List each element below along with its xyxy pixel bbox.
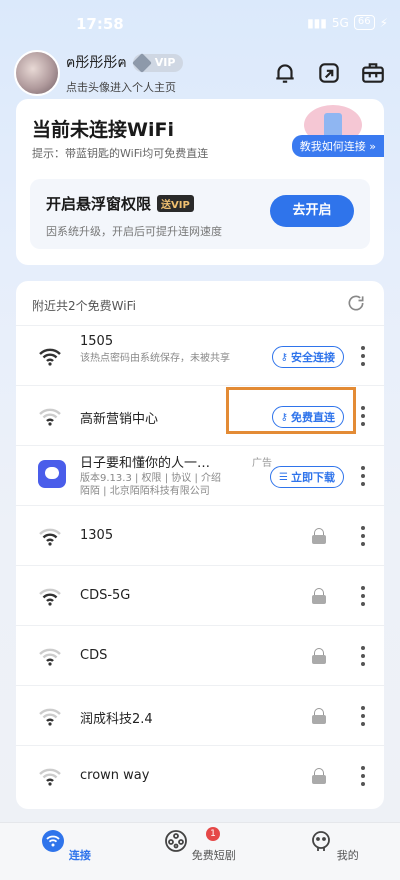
bottom-nav: 连接 1 免费短剧 我的: [0, 822, 400, 880]
ad-tag: 广告: [252, 458, 272, 469]
lock-icon: [312, 588, 326, 604]
wifi-signal-icon: [39, 528, 61, 546]
more-options-icon[interactable]: [360, 766, 366, 786]
toolbox-icon[interactable]: [360, 60, 386, 86]
download-icon: ☰: [279, 471, 288, 483]
float-permission-desc: 因系统升级，开启后可提升连网速度: [46, 225, 222, 238]
lock-icon: [312, 528, 326, 544]
ad-desc: 版本9.13.3 | 权限 | 协议 | 介绍陌陌 | 北京陌陌科技有限公司: [80, 473, 221, 497]
momo-app-icon: [38, 460, 66, 488]
tab-connect[interactable]: 连接: [26, 829, 106, 863]
profile-header[interactable]: ฅ彤彤彤ฅ VIP 点击头像进入个人主页: [14, 50, 184, 96]
lock-icon: [312, 708, 326, 724]
float-permission-title: 开启悬浮窗权限: [46, 195, 152, 213]
wifi-signal-icon: [39, 348, 61, 366]
notification-badge: 1: [206, 827, 220, 841]
film-reel-icon: [165, 830, 188, 852]
tab-mine[interactable]: 我的: [294, 829, 374, 863]
more-options-icon[interactable]: [360, 466, 366, 486]
wifi-name: CDS: [80, 648, 108, 663]
wifi-row[interactable]: crown way: [16, 745, 384, 805]
avatar[interactable]: [14, 50, 60, 96]
lock-icon: [312, 768, 326, 784]
wifi-signal-icon: [39, 588, 61, 606]
more-options-icon[interactable]: [360, 346, 366, 366]
ad-row[interactable]: 日子要和懂你的人一… 广告 版本9.13.3 | 权限 | 协议 | 介绍陌陌 …: [16, 445, 384, 505]
username: ฅ彤彤彤ฅ: [66, 54, 127, 71]
wifi-desc: 该热点密码由系统保存，未被共享: [80, 353, 230, 364]
secure-connect-button[interactable]: ⚷ 安全连接: [271, 346, 344, 368]
nearby-count: 附近共2个免费WiFi: [32, 299, 136, 313]
battery-icon: 66: [353, 15, 375, 30]
tab-free-drama[interactable]: 1 免费短剧: [160, 827, 240, 863]
wifi-list-card: 附近共2个免费WiFi 1505 该热点密码由系统保存，未被共享 ⚷ 安全连接 高…: [16, 281, 384, 809]
more-options-icon[interactable]: [360, 406, 366, 426]
ad-title: 日子要和懂你的人一…: [80, 456, 211, 471]
refresh-icon[interactable]: [346, 293, 366, 313]
wifi-signal-icon: [39, 648, 61, 666]
charging-icon: ⚡: [379, 15, 388, 30]
connection-hint: 提示：带蓝钥匙的WiFi均可免费直连: [32, 147, 209, 160]
profile-face-icon: [312, 831, 331, 851]
more-options-icon[interactable]: [360, 526, 366, 546]
share-icon[interactable]: [316, 60, 342, 86]
wifi-name: CDS-5G: [80, 588, 131, 603]
wifi-row[interactable]: 1305: [16, 505, 384, 565]
bell-icon[interactable]: [272, 60, 298, 86]
teach-connect-link[interactable]: 教我如何连接 »: [291, 135, 384, 157]
wifi-tab-icon: [42, 830, 65, 852]
wifi-row[interactable]: 润成科技2.4: [16, 685, 384, 745]
wifi-row[interactable]: CDS-5G: [16, 565, 384, 625]
vip-gift-badge: 送VIP: [157, 195, 194, 212]
diamond-icon: [131, 52, 152, 73]
wifi-name: 1505: [80, 334, 114, 349]
wifi-signal-icon: [39, 408, 61, 426]
wifi-name: 润成科技2.4: [80, 712, 153, 727]
key-icon: ⚷: [280, 351, 288, 363]
connection-status-title: 当前未连接WiFi: [32, 119, 174, 141]
status-bar: 17:58 ▮▮▮ 5G 66 ⚡: [0, 0, 400, 48]
more-options-icon[interactable]: [360, 706, 366, 726]
wifi-name: 1305: [80, 528, 114, 543]
float-permission-panel: 开启悬浮窗权限 送VIP 因系统升级，开启后可提升连网速度 去开启: [30, 179, 370, 249]
network-label: 5G: [331, 15, 349, 30]
header-actions: [272, 60, 386, 86]
download-button[interactable]: ☰ 立即下载: [270, 466, 344, 488]
connection-card: 当前未连接WiFi 提示：带蓝钥匙的WiFi均可免费直连 教我如何连接 » 开启…: [16, 99, 384, 265]
enable-permission-button[interactable]: 去开启: [270, 195, 354, 227]
status-time: 17:58: [76, 15, 124, 33]
profile-subtitle: 点击头像进入个人主页: [66, 80, 176, 94]
highlight-box: [226, 387, 356, 434]
vip-badge[interactable]: VIP: [131, 52, 184, 73]
more-options-icon[interactable]: [360, 646, 366, 666]
more-options-icon[interactable]: [360, 586, 366, 606]
wifi-row[interactable]: 1505 该热点密码由系统保存，未被共享 ⚷ 安全连接: [16, 325, 384, 385]
wifi-row[interactable]: CDS: [16, 625, 384, 685]
status-icons: ▮▮▮ 5G 66 ⚡: [307, 15, 388, 30]
wifi-name: 高新营销中心: [80, 412, 159, 427]
wifi-name: crown way: [80, 768, 150, 783]
wifi-signal-icon: [39, 768, 61, 786]
wifi-signal-icon: [39, 708, 61, 726]
signal-icon: ▮▮▮: [307, 15, 327, 30]
lock-icon: [312, 648, 326, 664]
